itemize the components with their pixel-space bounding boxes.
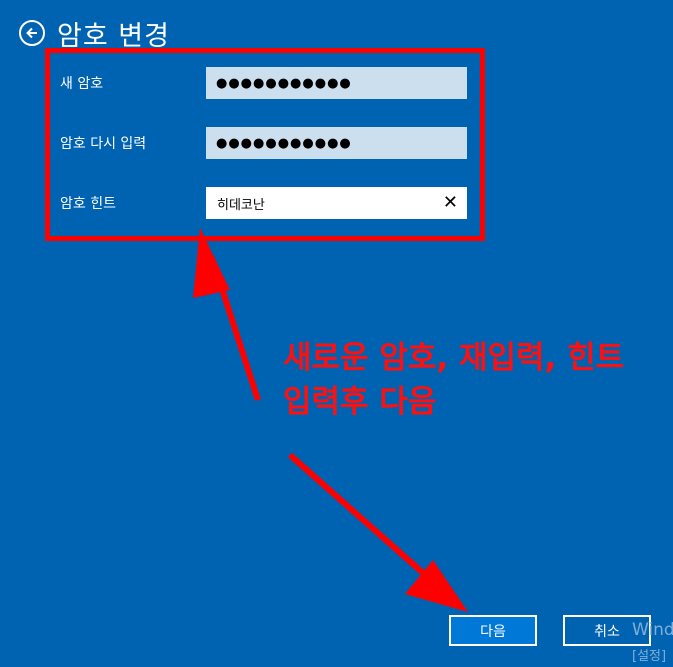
arrow-down-shaft <box>288 452 442 591</box>
annotation-text: 새로운 암호, 재입력, 힌트 입력후 다음 <box>283 336 624 424</box>
annotation-arrows <box>193 228 468 612</box>
annotation-line-2: 입력후 다음 <box>283 384 437 420</box>
next-button[interactable]: 다음 <box>449 615 537 646</box>
arrow-up-head <box>193 228 230 298</box>
activation-watermark-sub: [설정] <box>632 649 667 664</box>
activation-watermark: Wind <box>632 620 673 640</box>
annotation-line-1: 새로운 암호, 재입력, 힌트 <box>283 340 625 376</box>
